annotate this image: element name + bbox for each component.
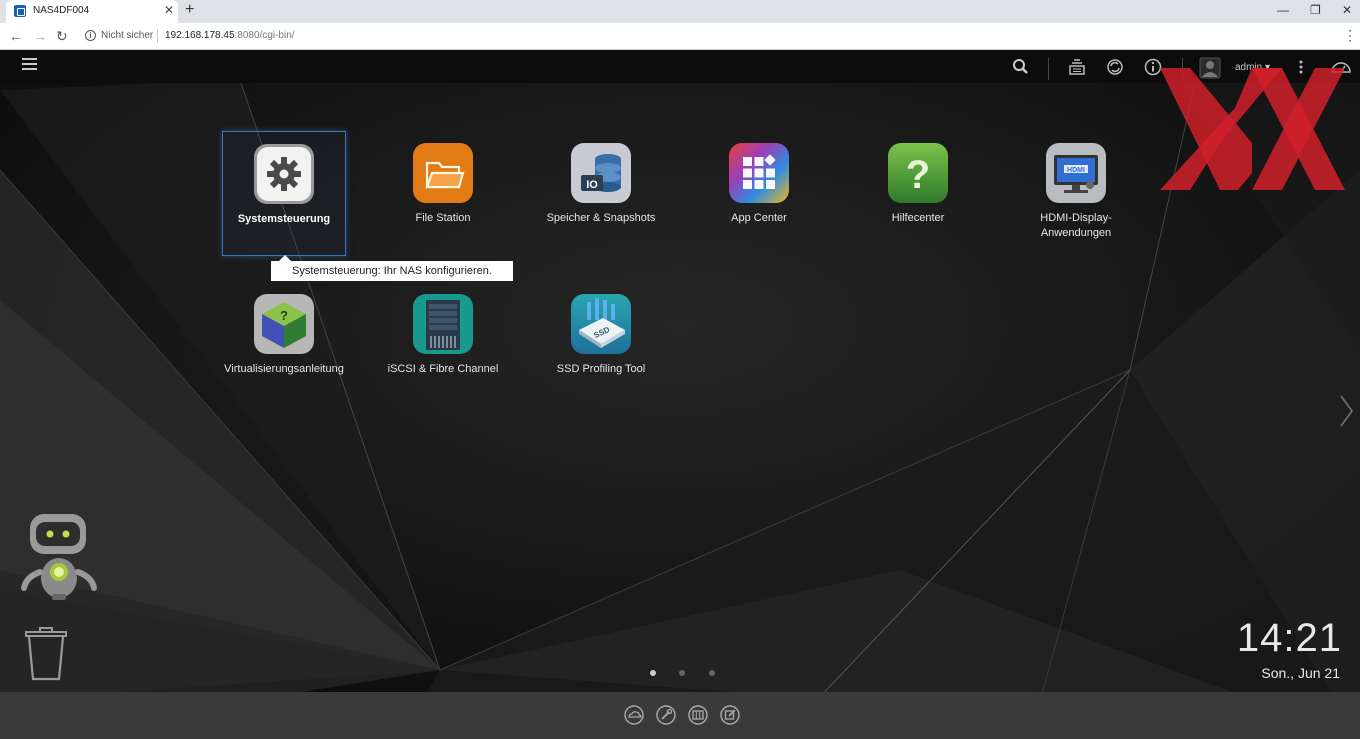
page-dot-2[interactable] [679,670,685,676]
app-label: Speicher & Snapshots [546,212,656,224]
robot-assistant-icon[interactable] [20,512,100,602]
app-hilfecenter[interactable]: ? Hilfecenter [856,143,980,226]
app-label: Hilfecenter [891,212,945,224]
app-speicher-snapshots[interactable]: IO Speicher & Snapshots [539,143,663,226]
chevron-right-icon[interactable] [1338,393,1354,429]
browser-tab-bar: NAS4DF004 ✕ + — ❐ ✕ [0,0,1360,23]
main-menu-icon[interactable] [22,58,37,71]
address-bar: ← → ↻ i Nicht sicher 192.168.178.45:8080… [0,23,1360,50]
app-ssd-profiling-tool[interactable]: SSD SSD Profiling Tool [539,294,663,377]
app-virtualisierungsanleitung[interactable]: ? Virtualisierungsanleitung [222,294,346,377]
app-iscsi-fibre-channel[interactable]: iSCSI & Fibre Channel [381,294,505,377]
app-systemsteuerung[interactable]: Systemsteuerung [222,131,346,256]
storage-icon: IO [571,143,631,203]
app-label: iSCSI & Fibre Channel [387,363,499,375]
svg-text:IO: IO [586,179,598,191]
app-app-center[interactable]: App Center [697,143,821,226]
tab-title: NAS4DF004 [33,5,90,16]
restore-button[interactable]: ❐ [1310,3,1321,17]
url-host: 192.168.178.45 [165,30,235,41]
app-label: SSD Profiling Tool [556,363,646,375]
app-grid-icon [729,143,789,203]
not-secure-label: Nicht sicher [101,30,154,41]
url-separator [157,29,158,43]
virtualization-cube-icon: ? [254,294,314,354]
app-tooltip: Systemsteuerung: Ihr NAS konfigurieren. [271,255,513,281]
server-icon [413,294,473,354]
svg-text:?: ? [906,153,930,197]
tools-icon[interactable] [656,705,676,725]
svg-text:?: ? [280,308,288,323]
app-label: Systemsteuerung [237,213,331,225]
cloud-icon[interactable] [624,705,644,725]
hdmi-monitor-icon: HDMI [1046,143,1106,203]
app-label: App Center [731,212,787,224]
clock-time: 14:21 [1236,616,1342,660]
app-label: HDMI-Display-Anwendungen [1040,212,1112,239]
app-hdmi-display[interactable]: HDMI HDMI-Display-Anwendungen [1014,143,1138,241]
back-button[interactable]: ← [9,28,23,44]
app-label: Virtualisierungsanleitung [224,363,344,375]
tab-close-icon[interactable]: ✕ [164,3,174,17]
desktop-background [0,50,1360,739]
svg-text:HDMI: HDMI [1067,167,1085,174]
ssd-icon: SSD [571,294,631,354]
trash-icon[interactable] [24,626,68,682]
minimize-button[interactable]: — [1277,3,1289,17]
reload-button[interactable]: ↻ [56,28,68,45]
page-dot-3[interactable] [709,670,715,676]
sync-icon[interactable] [1105,57,1125,77]
app-file-station[interactable]: File Station [381,143,505,226]
page-dot-1[interactable] [650,670,656,676]
folder-icon [413,143,473,203]
forward-button[interactable]: → [33,28,47,44]
topbar-separator [1048,58,1049,80]
tasks-icon[interactable] [1067,57,1087,77]
new-tab-button[interactable]: + [185,1,194,19]
browser-tab[interactable]: NAS4DF004 ✕ [6,0,178,23]
nas-desktop: admin ▾ Systemsteuerung File Station IO … [0,50,1360,739]
app-label: File Station [415,212,471,224]
top-bar: admin ▾ [0,50,1360,83]
browser-menu-icon[interactable]: ⋮ [1343,27,1357,44]
search-icon[interactable] [1011,57,1031,77]
watermark-logo [1160,68,1345,190]
help-icon: ? [888,143,948,203]
site-info-icon[interactable]: i [85,30,96,41]
close-window-button[interactable]: ✕ [1342,3,1352,17]
url-field[interactable]: 192.168.178.45:8080/cgi-bin/ [165,30,295,41]
qnap-favicon-icon [14,5,26,17]
clock-date: Son., Jun 21 [1261,665,1340,681]
columns-icon[interactable] [688,705,708,725]
edit-icon[interactable] [720,705,740,725]
url-path: :8080/cgi-bin/ [234,30,295,41]
dock-bar [0,692,1360,739]
gear-icon [254,144,314,204]
